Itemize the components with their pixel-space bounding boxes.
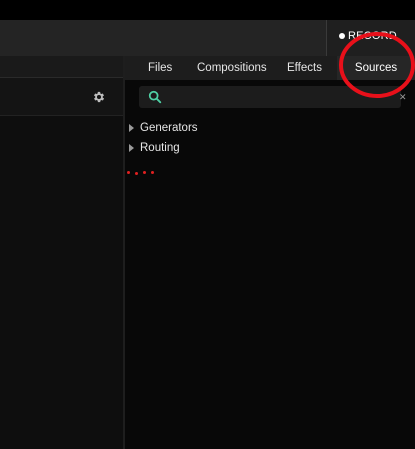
expand-arrow-icon[interactable] <box>129 124 134 132</box>
tree-item-label: Routing <box>140 142 180 154</box>
browser-panel: Files Compositions Effects Sources ✕ Gen… <box>125 56 415 449</box>
top-strip <box>0 0 415 20</box>
expand-arrow-icon[interactable] <box>129 144 134 152</box>
tree-item-generators[interactable]: Generators <box>129 120 198 136</box>
tab-sources[interactable]: Sources <box>337 56 415 80</box>
tab-effects[interactable]: Effects <box>287 56 322 80</box>
record-area: RECORD <box>326 20 415 56</box>
indicator-dot <box>135 172 138 175</box>
record-dot-icon <box>339 33 345 39</box>
record-button[interactable]: RECORD <box>339 30 397 42</box>
record-label: RECORD <box>348 30 397 42</box>
tab-compositions[interactable]: Compositions <box>197 56 267 80</box>
tree-item-label: Generators <box>140 122 198 134</box>
browser-tabs: Files Compositions Effects Sources <box>125 56 415 80</box>
tab-files[interactable]: Files <box>148 56 172 80</box>
left-panel <box>0 56 123 449</box>
search-icon <box>148 90 162 104</box>
drop-indicator <box>127 171 154 175</box>
left-panel-header <box>0 78 123 116</box>
search-input[interactable] <box>169 89 383 107</box>
clear-search-icon[interactable]: ✕ <box>399 91 407 103</box>
indicator-dot <box>143 171 146 174</box>
gear-icon[interactable] <box>92 90 106 104</box>
left-panel-tabbar <box>0 56 123 78</box>
tree-item-routing[interactable]: Routing <box>129 140 180 156</box>
indicator-dot <box>127 171 130 174</box>
indicator-dot <box>151 171 154 174</box>
search-box[interactable]: ✕ <box>139 86 407 108</box>
